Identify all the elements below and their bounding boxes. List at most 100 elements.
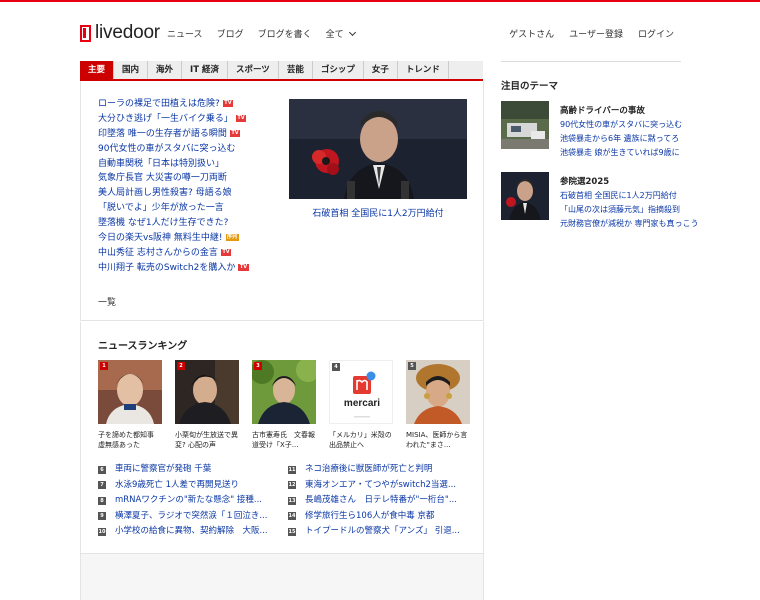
rank-number: 7 <box>98 481 106 490</box>
ranking-link[interactable]: 横澤夏子、ラジオで突然涙「１回泣き... <box>115 511 267 521</box>
ranking-link[interactable]: トイプードルの警察犬「アンズ」 引退... <box>305 526 460 536</box>
nav-news[interactable]: ニュース <box>167 27 203 40</box>
headline-link[interactable]: 今日の楽天vs阪神 無料生中継! <box>98 233 223 243</box>
featured-photo-art <box>289 99 467 199</box>
livedoor-logo[interactable]: livedoor <box>80 22 160 44</box>
list-item: 大分ひき逃げ「一生バイク乗る」 TV <box>98 112 273 127</box>
ranking-caption[interactable]: 小栗旬が生放送で異変? 心配の声 <box>175 430 239 450</box>
ranking-link[interactable]: 長嶋茂雄さん 日テレ特番が"一桁台"... <box>305 495 457 505</box>
ranking-photo[interactable]: 1 <box>98 360 162 424</box>
rank-number: 5 <box>408 362 416 370</box>
tab-domestic[interactable]: 国内 <box>114 61 149 79</box>
tab-women[interactable]: 女子 <box>364 61 398 79</box>
tab-gossip[interactable]: ゴシップ <box>313 61 364 79</box>
tab-main[interactable]: 主要 <box>80 61 115 79</box>
logo-text: livedoor <box>95 22 160 43</box>
ranking-card[interactable]: 5 MISIA、医師から言われた"まさ... <box>406 360 470 450</box>
ranking-caption[interactable]: 「メルカリ」米殻の出品禁止へ <box>329 430 393 450</box>
featured-photo[interactable] <box>289 99 467 199</box>
ranking-link[interactable]: 東海オンエア・てつやがswitch2当選... <box>305 480 456 490</box>
nav-all-label: 全て <box>325 30 344 40</box>
headline-link[interactable]: 印墜落 唯一の生存者が語る瞬間 <box>98 129 227 139</box>
tab-trend[interactable]: トレンド <box>398 61 449 79</box>
list-item: 7 水泳9歳死亡 1人差で再開見送り <box>98 478 283 494</box>
theme-photo[interactable] <box>501 172 549 220</box>
theme-heading[interactable]: 高齢ドライバーの事故 <box>560 104 682 116</box>
rank-number: 11 <box>288 465 296 474</box>
theme-item: 高齢ドライバーの事故 90代女性の車がスタバに突っ込む 池袋暴走から6年 遺族に… <box>501 101 682 160</box>
divider <box>501 61 681 62</box>
ranking-photo[interactable]: 2 <box>175 360 239 424</box>
ranking-photo[interactable]: 3 <box>252 360 316 424</box>
nav-write-blog[interactable]: ブログを書く <box>258 27 312 40</box>
more-link[interactable]: 一覧 <box>98 295 116 308</box>
theme-link[interactable]: 池袋暴走 娘が生きていれば9歳に <box>560 146 682 160</box>
headline-link[interactable]: 「脱いでよ」少年が放った一言 <box>98 203 224 213</box>
user-nav: ゲストさん ユーザー登録 ログイン <box>494 27 674 40</box>
headline-link[interactable]: 中川翔子 転売のSwitch2を購入か <box>98 263 235 273</box>
tab-overseas[interactable]: 海外 <box>148 61 183 79</box>
ranking-link[interactable]: ネコ治療後に獣医師が死亡と判明 <box>305 464 432 474</box>
tab-entertainment[interactable]: 芸能 <box>279 61 313 79</box>
ranking-link[interactable]: 水泳9歳死亡 1人差で再開見送り <box>115 480 239 490</box>
headline-link[interactable]: 気象庁長官 大災害の噂一刀両断 <box>98 173 227 183</box>
ranking-caption[interactable]: 子を諦めた都知事 虚無感あった <box>98 430 162 450</box>
featured-caption[interactable]: 石破首相 全国民に1人2万円給付 <box>289 206 467 219</box>
headline-link[interactable]: 自動車関税「日本は特別扱い」 <box>98 159 224 169</box>
theme-link[interactable]: 「山尾の次は須藤元気」指摘殺到 <box>560 203 699 217</box>
rank-number: 3 <box>254 362 262 370</box>
rank-number: 10 <box>98 527 106 536</box>
theme-link[interactable]: 石破首相 全国民に1人2万円給付 <box>560 189 699 203</box>
headline-list: ローラの裸足で田植えは危険? TV 大分ひき逃げ「一生バイク乗る」 TV 印墜落 唯… <box>98 97 273 276</box>
ranking-link[interactable]: 車両に警察官が発砲 千葉 <box>115 464 211 474</box>
theme-link[interactable]: 元財務官僚が減税か 専門家も真っこう <box>560 217 699 231</box>
headline-link[interactable]: 美人局計画し男性殺害? 母語る娘 <box>98 188 232 198</box>
ranking-photo[interactable]: 5 <box>406 360 470 424</box>
list-item: 中山秀征 志村さんからの金言 TV <box>98 246 273 261</box>
guest-link[interactable]: ゲストさん <box>509 27 554 40</box>
headline-link[interactable]: 中山秀征 志村さんからの金言 <box>98 248 218 258</box>
ranking-card[interactable]: 3 古市憲寿氏 文春報道受け「X子... <box>252 360 316 450</box>
headline-link[interactable]: ローラの裸足で田植えは危険? <box>98 99 220 109</box>
ranking-title: ニュースランキング <box>98 341 188 352</box>
theme-photo-art <box>501 172 549 220</box>
theme-photo[interactable] <box>501 101 549 149</box>
ranking-link[interactable]: 修学旅行生ら106人が食中毒 京都 <box>305 511 434 521</box>
theme-link[interactable]: 池袋暴走から6年 遺族に黙ってろ <box>560 132 682 146</box>
rank-number: 2 <box>177 362 185 370</box>
news-ranking: ニュースランキング 1 子を諦めた都知事 虚無感あった 2 小栗旬が生放送で異変… <box>80 322 484 554</box>
featured-story[interactable]: 石破首相 全国民に1人2万円給付 <box>289 99 467 219</box>
theme-heading[interactable]: 参院選2025 <box>560 175 699 187</box>
tab-sports[interactable]: スポーツ <box>228 61 279 79</box>
login-link[interactable]: ログイン <box>638 27 674 40</box>
theme-link[interactable]: 90代女性の車がスタバに突っ込む <box>560 118 682 132</box>
rank-number: 15 <box>288 527 296 536</box>
rank-number: 13 <box>288 496 296 505</box>
ranking-link[interactable]: mRNAワクチンの"新たな懸念" 接種... <box>115 495 262 505</box>
ranking-caption[interactable]: MISIA、医師から言われた"まさ... <box>406 430 470 450</box>
site-header: livedoor ニュース ブログ ブログを書く 全て ゲストさん ユーザー登録… <box>0 2 760 60</box>
ranking-caption[interactable]: 古市憲寿氏 文春報道受け「X子... <box>252 430 316 450</box>
ranking-photo[interactable]: mercari 4 <box>329 360 393 424</box>
ranking-link[interactable]: 小学校の給食に異物、契約解除 大阪... <box>115 526 268 536</box>
nav-all[interactable]: 全て <box>325 27 356 40</box>
live-badge: 序列 <box>225 234 239 242</box>
global-nav: ニュース ブログ ブログを書く 全て <box>167 27 369 40</box>
headline-link[interactable]: 90代女性の車がスタバに突っ込む <box>98 144 235 154</box>
ranking-cards: 1 子を諦めた都知事 虚無感あった 2 小栗旬が生放送で異変? 心配の声 3 古… <box>98 360 470 450</box>
nav-blog[interactable]: ブログ <box>217 27 244 40</box>
ranking-card[interactable]: 1 子を諦めた都知事 虚無感あった <box>98 360 162 450</box>
ranking-list-right: 11 ネコ治療後に獣医師が死亡と判明 12 東海オンエア・てつやがswitch2当選… <box>288 462 473 540</box>
register-link[interactable]: ユーザー登録 <box>569 27 623 40</box>
list-item: 印墜落 唯一の生存者が語る瞬間 TV <box>98 127 273 142</box>
tab-it-economy[interactable]: IT 経済 <box>182 61 228 79</box>
category-tabs: 主要 国内 海外 IT 経済 スポーツ 芸能 ゴシップ 女子 トレンド <box>80 61 483 81</box>
mercari-wordmark: mercari <box>344 398 380 409</box>
headline-link[interactable]: 大分ひき逃げ「一生バイク乗る」 <box>98 114 233 124</box>
headline-link[interactable]: 墜落機 なぜ1人だけ生存できた? <box>98 218 228 228</box>
list-item: 墜落機 なぜ1人だけ生存できた? <box>98 216 273 231</box>
ranking-card[interactable]: mercari 4 「メルカリ」米殻の出品禁止へ <box>329 360 393 450</box>
rank-number: 14 <box>288 512 296 521</box>
list-item: 10 小学校の給食に異物、契約解除 大阪... <box>98 524 283 540</box>
ranking-card[interactable]: 2 小栗旬が生放送で異変? 心配の声 <box>175 360 239 450</box>
